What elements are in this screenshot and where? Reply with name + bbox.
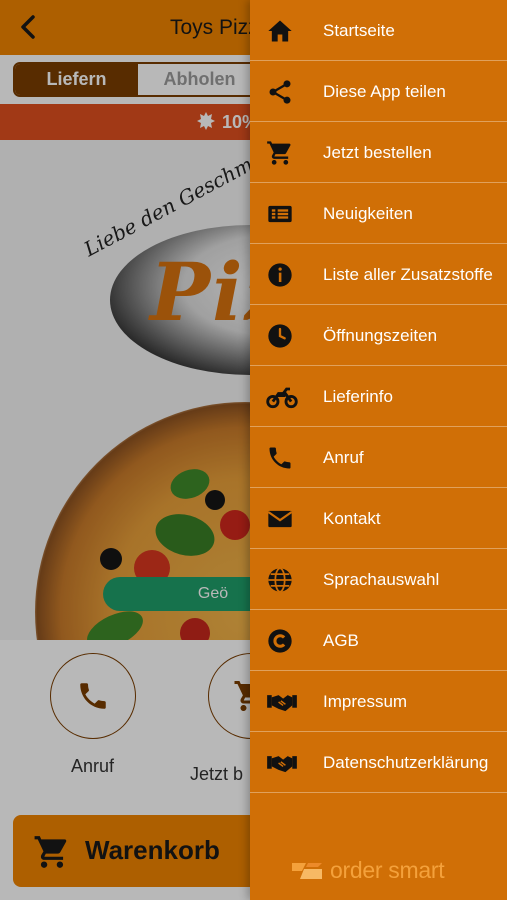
menu-label: Lieferinfo bbox=[323, 387, 393, 406]
menu-label: AGB bbox=[323, 631, 359, 650]
menu-item-additives[interactable]: Liste aller Zusatzstoffe bbox=[250, 244, 507, 305]
mail-icon bbox=[267, 510, 293, 528]
handshake-icon bbox=[267, 756, 297, 773]
menu-label: Startseite bbox=[323, 21, 395, 40]
menu-item-startseite[interactable]: Startseite bbox=[250, 0, 507, 61]
motorcycle-icon bbox=[266, 387, 298, 409]
menu-label: Jetzt bestellen bbox=[323, 143, 432, 162]
menu-label: Sprachauswahl bbox=[323, 570, 440, 589]
menu-label: Liste aller Zusatzstoffe bbox=[323, 265, 493, 284]
news-icon bbox=[268, 205, 292, 223]
menu-label: Kontakt bbox=[323, 509, 381, 528]
menu-label: Diese App teilen bbox=[323, 82, 446, 101]
menu-item-delivery-info[interactable]: Lieferinfo bbox=[250, 366, 507, 427]
menu-item-call[interactable]: Anruf bbox=[250, 427, 507, 488]
info-icon bbox=[268, 263, 292, 287]
menu-item-privacy[interactable]: Datenschutzerklärung bbox=[250, 732, 507, 793]
globe-icon bbox=[268, 567, 292, 593]
menu-label: Datenschutzerklärung bbox=[323, 753, 489, 772]
menu-item-terms[interactable]: AGB bbox=[250, 610, 507, 671]
phone-icon bbox=[269, 447, 291, 469]
menu-label: Impressum bbox=[323, 692, 408, 711]
menu-item-contact[interactable]: Kontakt bbox=[250, 488, 507, 549]
cart-icon bbox=[267, 141, 291, 165]
menu-item-share[interactable]: Diese App teilen bbox=[250, 61, 507, 122]
menu-item-opening-hours[interactable]: Öffnungszeiten bbox=[250, 305, 507, 366]
brand-name: order smart bbox=[330, 856, 445, 883]
menu-item-news[interactable]: Neuigkeiten bbox=[250, 183, 507, 244]
handshake-icon bbox=[267, 695, 297, 712]
menu-item-imprint[interactable]: Impressum bbox=[250, 671, 507, 732]
order-smart-logo: order smart bbox=[290, 855, 445, 885]
share-icon bbox=[269, 80, 291, 104]
menu-label: Öffnungszeiten bbox=[323, 326, 438, 345]
menu-item-order-now[interactable]: Jetzt bestellen bbox=[250, 122, 507, 183]
menu-item-language[interactable]: Sprachauswahl bbox=[250, 549, 507, 610]
side-drawer: Startseite Diese App teilen Jetzt bestel… bbox=[250, 0, 507, 900]
menu-label: Neuigkeiten bbox=[323, 204, 413, 223]
clock-icon bbox=[268, 324, 292, 348]
home-icon bbox=[268, 20, 292, 42]
order-smart-logo-icon bbox=[292, 863, 322, 879]
menu-label: Anruf bbox=[323, 448, 364, 467]
copyright-icon bbox=[268, 629, 292, 653]
